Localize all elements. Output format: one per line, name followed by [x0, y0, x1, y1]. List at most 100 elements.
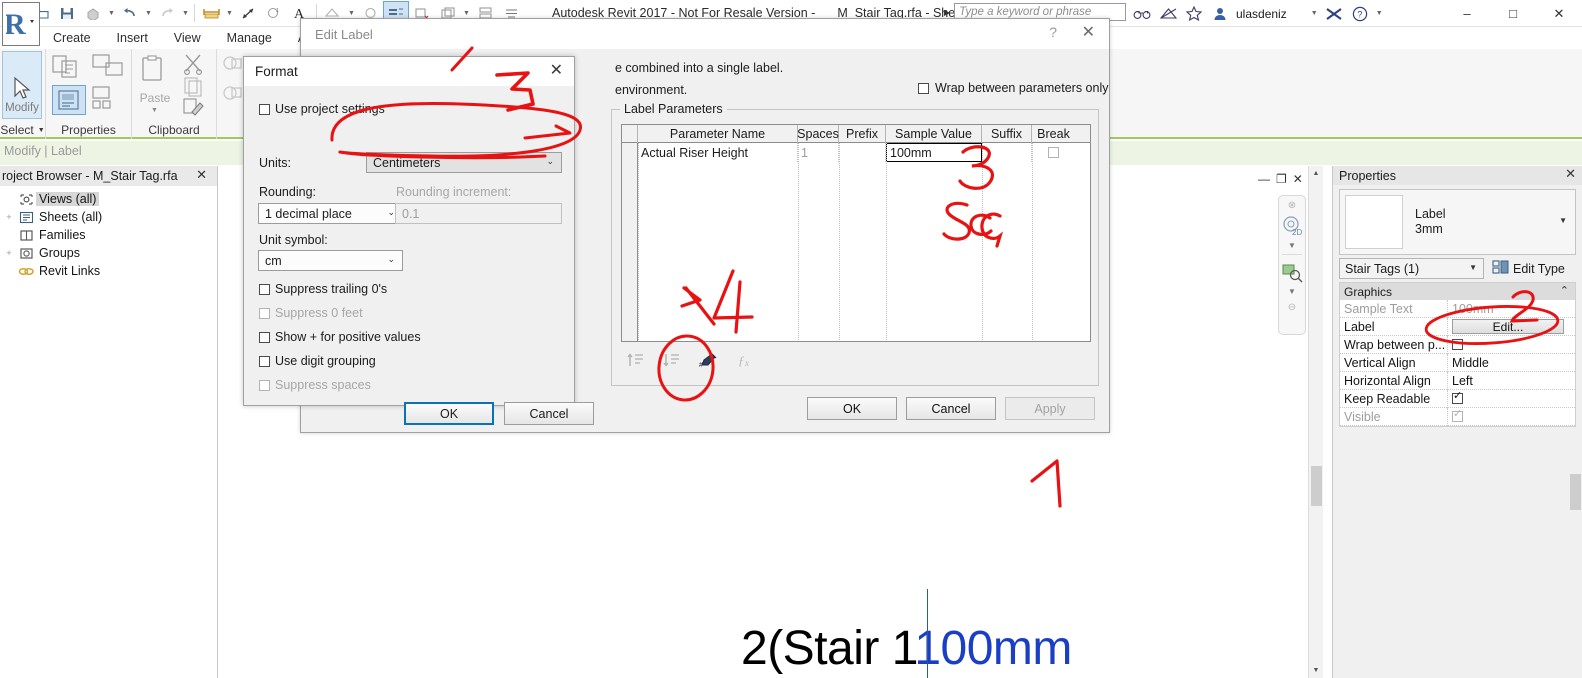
properties-group-header[interactable]: Graphics ⌃	[1340, 283, 1575, 300]
show-plus-row[interactable]: Show + for positive values	[259, 330, 421, 344]
application-menu-button[interactable]: R	[2, 2, 40, 46]
close-view-icon[interactable]: ✕	[1293, 172, 1303, 186]
wrap-between-checkbox[interactable]	[1452, 339, 1463, 350]
table-row[interactable]: 1 Actual Riser Height 1 100mm	[622, 143, 1090, 162]
property-row-sample-text[interactable]: Sample Text 100mm	[1340, 299, 1575, 318]
properties-scrollbar[interactable]	[1570, 434, 1581, 579]
tab-view[interactable]: View	[161, 27, 214, 49]
help-menu-caret-icon[interactable]: ▼	[1374, 2, 1385, 26]
redo-icon[interactable]	[154, 1, 180, 25]
binoculars-icon[interactable]	[1130, 3, 1154, 25]
wrap-between-parameters-checkbox[interactable]	[918, 82, 929, 94]
match-type-icon[interactable]	[182, 97, 206, 120]
minimize-button[interactable]: –	[1444, 0, 1490, 27]
close-icon[interactable]: ✕	[550, 60, 563, 80]
steering-wheel-2d-icon[interactable]: 2D	[1280, 213, 1304, 239]
move-parameter-down-icon[interactable]	[663, 352, 681, 372]
subscription-icon[interactable]	[1156, 3, 1180, 25]
keep-readable-checkbox[interactable]	[1452, 390, 1463, 404]
column-header-break[interactable]: Break	[1032, 125, 1075, 143]
properties-toggle-button[interactable]	[52, 85, 86, 115]
chevron-down-icon[interactable]: ⌄	[387, 254, 395, 265]
cancel-button[interactable]: Cancel	[504, 402, 594, 425]
cell-suffix[interactable]	[982, 143, 1032, 162]
property-row-visible[interactable]: Visible	[1340, 407, 1575, 426]
cell-parameter-name[interactable]: Actual Riser Height	[638, 143, 798, 162]
edit-type-button[interactable]: Edit Type	[1484, 258, 1576, 279]
zoom-region-icon[interactable]	[1280, 259, 1304, 285]
search-expand-icon[interactable]: ▶	[940, 8, 954, 17]
aligned-dimension-icon[interactable]	[235, 1, 261, 25]
tab-create[interactable]: Create	[40, 27, 104, 49]
ok-button[interactable]: OK	[807, 397, 897, 420]
tree-expander-sheets[interactable]: +	[2, 212, 16, 222]
navbar-expand-icon[interactable]: ⊖	[1288, 302, 1296, 313]
column-header-sample-value[interactable]: Sample Value	[886, 125, 982, 143]
close-icon[interactable]: ✕	[1565, 166, 1576, 182]
steering-wheel-caret-icon[interactable]: ▼	[1288, 241, 1296, 250]
help-icon[interactable]: ?	[1049, 24, 1057, 40]
user-menu-caret-icon[interactable]: ▼	[1309, 2, 1320, 26]
undo-icon[interactable]	[117, 1, 143, 25]
paste-icon[interactable]	[140, 55, 170, 90]
undo-dropdown-caret-icon[interactable]: ▼	[143, 1, 154, 25]
label-edit-button[interactable]: Edit...	[1452, 319, 1564, 334]
measure-dropdown-caret-icon[interactable]: ▼	[224, 1, 235, 25]
save-icon[interactable]	[54, 1, 80, 25]
cell-prefix[interactable]	[839, 143, 886, 162]
restore-view-icon[interactable]: ❐	[1276, 172, 1287, 186]
sync-dropdown-caret-icon[interactable]: ▼	[106, 1, 117, 25]
family-category-button[interactable]	[92, 85, 126, 118]
use-digit-grouping-checkbox[interactable]	[259, 355, 270, 367]
scrollbar-thumb[interactable]	[1311, 466, 1322, 506]
type-selector[interactable]: Label 3mm ▼	[1339, 189, 1576, 255]
maximize-button[interactable]: □	[1490, 0, 1536, 27]
chevron-down-icon[interactable]: ▼	[1559, 216, 1567, 225]
suppress-trailing-zeros-checkbox[interactable]	[259, 283, 270, 295]
select-panel-caret-icon[interactable]: ▼	[38, 127, 45, 134]
modify-tool-button[interactable]: Modify	[2, 51, 42, 119]
family-instance-combo[interactable]: Stair Tags (1) ▼	[1339, 258, 1484, 279]
use-digit-grouping-row[interactable]: Use digit grouping	[259, 354, 376, 368]
property-row-label[interactable]: Label Edit...	[1340, 317, 1575, 336]
redo-dropdown-caret-icon[interactable]: ▼	[180, 1, 191, 25]
label-parameters-table[interactable]: Parameter Name Spaces Prefix Sample Valu…	[621, 124, 1091, 342]
unit-symbol-combobox[interactable]: cm ⌄	[258, 250, 403, 271]
close-icon[interactable]: ✕	[1082, 22, 1095, 42]
edit-parameter-unit-format-icon[interactable]: #	[699, 352, 719, 372]
scroll-down-icon[interactable]: ▼	[1309, 663, 1323, 678]
star-icon[interactable]	[1182, 3, 1206, 25]
cell-sample-value[interactable]: 100mm	[886, 143, 982, 162]
use-project-settings-row[interactable]: Use project settings	[259, 102, 385, 116]
tree-item-revit-links[interactable]: Revit Links	[2, 262, 217, 280]
column-header-parameter-name[interactable]: Parameter Name	[638, 125, 798, 143]
column-header-prefix[interactable]: Prefix	[839, 125, 886, 143]
tag-icon[interactable]: 1	[261, 1, 287, 25]
measure-icon[interactable]	[198, 1, 224, 25]
show-plus-checkbox[interactable]	[259, 331, 270, 343]
user-name-label[interactable]: ulasdeniz	[1236, 7, 1287, 21]
family-types-button[interactable]	[92, 53, 126, 86]
property-row-keep-readable[interactable]: Keep Readable	[1340, 389, 1575, 408]
chevron-down-icon[interactable]: ▼	[1469, 263, 1477, 272]
scroll-up-icon[interactable]: ▲	[1309, 166, 1323, 181]
cell-break[interactable]	[1032, 143, 1075, 162]
units-combobox[interactable]: Centimeters ⌄	[366, 152, 562, 173]
wrap-between-parameters-row[interactable]: Wrap between parameters only	[918, 81, 1108, 95]
zoom-caret-icon[interactable]: ▼	[1288, 287, 1296, 296]
move-parameter-up-icon[interactable]	[627, 352, 645, 372]
minimize-view-icon[interactable]: —	[1258, 172, 1270, 186]
tree-item-groups[interactable]: + Groups	[2, 244, 217, 262]
add-parameter-formula-icon[interactable]: ƒx	[737, 352, 755, 372]
ok-button[interactable]: OK	[404, 402, 494, 425]
chevron-up-icon[interactable]: ⌃	[1560, 284, 1569, 297]
tree-item-families[interactable]: Families	[2, 226, 217, 244]
column-header-spaces[interactable]: Spaces	[797, 125, 839, 143]
column-header-suffix[interactable]: Suffix	[982, 125, 1032, 143]
sync-icon[interactable]	[80, 1, 106, 25]
use-project-settings-checkbox[interactable]	[259, 103, 270, 115]
tab-insert[interactable]: Insert	[104, 27, 161, 49]
canvas-scrollbar[interactable]: ▲ ▼	[1308, 166, 1323, 678]
close-icon[interactable]: ✕	[196, 167, 207, 183]
rounding-combobox[interactable]: 1 decimal place ⌄	[258, 203, 403, 224]
